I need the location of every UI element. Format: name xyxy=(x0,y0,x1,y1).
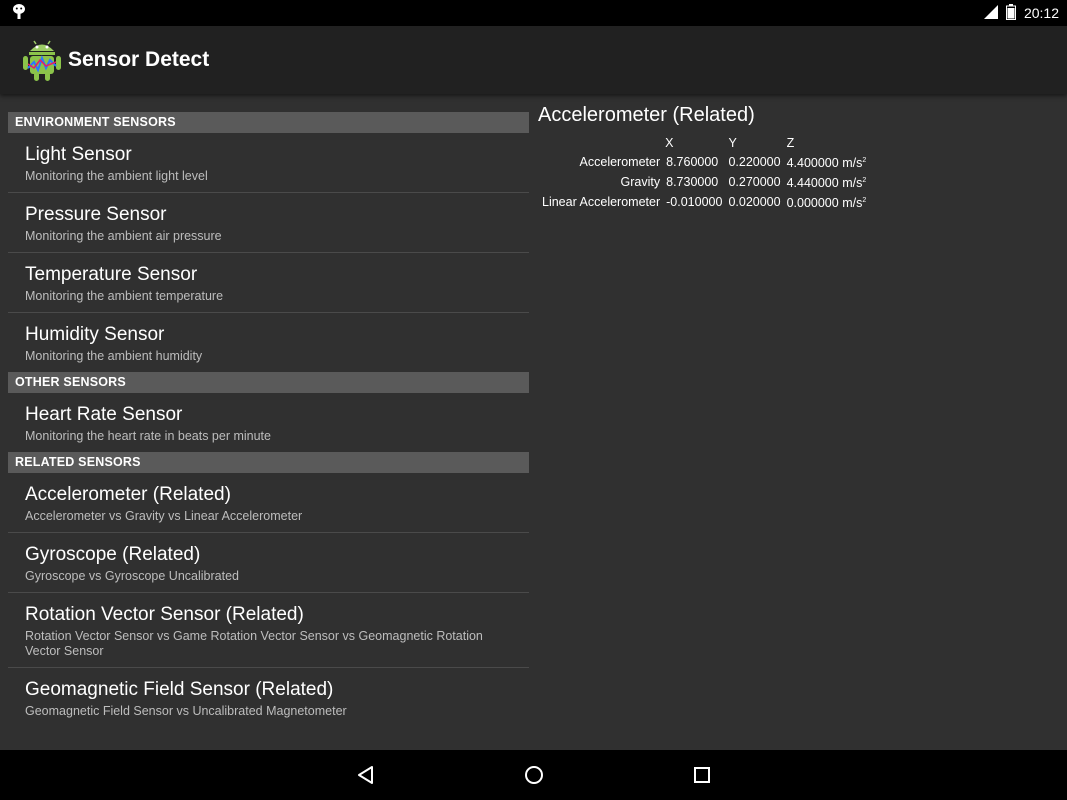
z-value: 0.000000 m/s2 xyxy=(786,196,867,211)
row-label: Linear Accelerometer xyxy=(542,194,661,209)
list-item-subtitle: Monitoring the ambient humidity xyxy=(25,349,203,363)
list-item-light-sensor[interactable]: Light Sensor Monitoring the ambient ligh… xyxy=(8,133,529,193)
unit: m/s2 xyxy=(842,156,867,171)
unit: m/s2 xyxy=(842,176,867,191)
app-android-icon xyxy=(20,38,64,82)
z-value: 4.440000 m/s2 xyxy=(786,176,867,191)
list-item-subtitle: Rotation Vector Sensor vs Game Rotation … xyxy=(25,629,483,658)
section-header-other: OTHER SENSORS xyxy=(8,372,529,393)
column-header: X xyxy=(665,136,674,150)
action-bar: Sensor Detect xyxy=(0,26,1067,94)
list-item-title: Light Sensor xyxy=(25,144,132,165)
recents-icon[interactable] xyxy=(688,761,716,789)
row-label: Accelerometer xyxy=(579,154,661,169)
list-item-pressure-sensor[interactable]: Pressure Sensor Monitoring the ambient a… xyxy=(8,193,529,253)
z-value: 4.400000 m/s2 xyxy=(786,156,867,171)
list-item-subtitle: Monitoring the ambient light level xyxy=(25,169,208,183)
clock: 20:12 xyxy=(1023,5,1059,21)
x-value: 8.760000 xyxy=(666,154,719,169)
y-value: 0.020000 xyxy=(728,194,781,209)
x-value: -0.010000 xyxy=(666,194,723,209)
table-row: Linear Accelerometer -0.010000 0.020000 … xyxy=(538,192,869,212)
list-item-title: Geomagnetic Field Sensor (Related) xyxy=(25,679,334,700)
list-item-title: Gyroscope (Related) xyxy=(25,544,201,565)
navigation-bar xyxy=(0,750,1067,800)
status-bar: 20:12 xyxy=(0,0,1067,26)
app-title: Sensor Detect xyxy=(68,48,210,71)
battery-icon xyxy=(1005,3,1016,23)
list-item-title: Rotation Vector Sensor (Related) xyxy=(25,604,304,625)
list-item-subtitle: Accelerometer vs Gravity vs Linear Accel… xyxy=(25,509,303,523)
list-item-geomagnetic-related[interactable]: Geomagnetic Field Sensor (Related) Geoma… xyxy=(8,668,529,727)
section-header-environment: ENVIRONMENT SENSORS xyxy=(8,112,529,133)
row-label: Gravity xyxy=(620,174,661,189)
list-item-title: Accelerometer (Related) xyxy=(25,484,231,505)
list-item-title: Temperature Sensor xyxy=(25,264,198,285)
list-item-temperature-sensor[interactable]: Temperature Sensor Monitoring the ambien… xyxy=(8,253,529,313)
list-item-accelerometer-related[interactable]: Accelerometer (Related) Accelerometer vs… xyxy=(8,473,529,533)
table-header-row: X Y Z xyxy=(538,135,869,152)
list-item-humidity-sensor[interactable]: Humidity Sensor Monitoring the ambient h… xyxy=(8,313,529,372)
column-header: Z xyxy=(786,136,795,150)
signal-icon xyxy=(983,4,998,22)
y-value: 0.220000 xyxy=(728,154,781,169)
list-item-title: Humidity Sensor xyxy=(25,324,165,345)
section-header-related: RELATED SENSORS xyxy=(8,452,529,473)
list-item-subtitle: Gyroscope vs Gyroscope Uncalibrated xyxy=(25,569,239,583)
list-item-subtitle: Monitoring the ambient air pressure xyxy=(25,229,222,243)
list-item-gyroscope-related[interactable]: Gyroscope (Related) Gyroscope vs Gyrosco… xyxy=(8,533,529,593)
list-item-heart-rate-sensor[interactable]: Heart Rate Sensor Monitoring the heart r… xyxy=(8,393,529,452)
x-value: 8.730000 xyxy=(666,174,719,189)
back-icon[interactable] xyxy=(352,761,380,789)
home-icon[interactable] xyxy=(520,761,548,789)
unit: m/s2 xyxy=(842,196,867,211)
list-item-subtitle: Monitoring the ambient temperature xyxy=(25,289,224,303)
column-header: Y xyxy=(728,136,737,150)
list-item-rotation-vector-related[interactable]: Rotation Vector Sensor (Related) Rotatio… xyxy=(8,593,529,668)
detail-title: Accelerometer (Related) xyxy=(538,104,755,126)
y-value: 0.270000 xyxy=(728,174,781,189)
sensor-list: ENVIRONMENT SENSORS Light Sensor Monitor… xyxy=(8,112,529,750)
detail-pane: Accelerometer (Related) X Y Z Accelerome… xyxy=(538,104,1058,212)
list-item-subtitle: Monitoring the heart rate in beats per m… xyxy=(25,429,271,443)
list-item-subtitle: Geomagnetic Field Sensor vs Uncalibrated… xyxy=(25,704,347,718)
list-item-title: Heart Rate Sensor xyxy=(25,404,183,425)
android-notification-icon xyxy=(12,3,26,24)
table-row: Gravity 8.730000 0.270000 4.440000 m/s2 xyxy=(538,172,869,192)
sensor-data-table: X Y Z Accelerometer 8.760000 0.220000 4.… xyxy=(538,135,869,212)
list-item-title: Pressure Sensor xyxy=(25,204,167,225)
table-row: Accelerometer 8.760000 0.220000 4.400000… xyxy=(538,152,869,172)
